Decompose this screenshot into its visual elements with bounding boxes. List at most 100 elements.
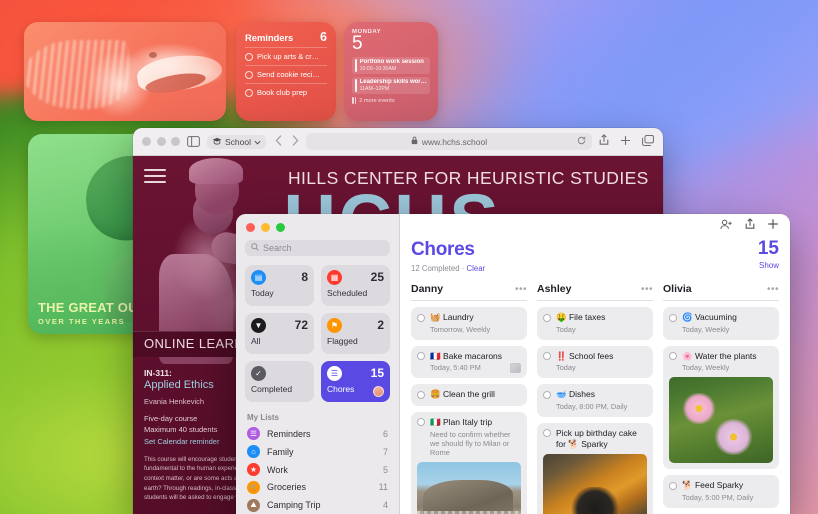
task-item[interactable]: 🇫🇷 Bake macarons Today, 5:40 PM — [411, 345, 527, 379]
task-item[interactable]: 🧺 Laundry Tomorrow, Weekly — [411, 307, 527, 340]
reminders-widget-item-label: Book club prep — [257, 88, 308, 97]
ellipsis-icon[interactable]: ••• — [767, 284, 779, 295]
tab-overview-icon[interactable] — [642, 133, 654, 151]
forward-button[interactable] — [292, 133, 299, 151]
smart-list-all[interactable]: ▼ 72 All — [245, 313, 314, 355]
reminders-widget-item[interactable]: Pick up arts & cr… — [245, 47, 327, 65]
task-title: 🧺 Laundry — [430, 312, 474, 322]
reminders-app-window[interactable]: Search ▤ 8 Today ▦ 25 Scheduled ▼ 72 All… — [236, 214, 790, 514]
maximize-button[interactable] — [276, 223, 285, 232]
chevron-down-icon[interactable] — [254, 137, 261, 147]
task-emoji: 🍔 — [430, 389, 441, 400]
calendar-day-number: 5 — [352, 33, 363, 54]
plus-icon[interactable] — [767, 217, 779, 235]
task-row: 🍔 Clean the grill — [417, 389, 521, 400]
task-emoji: 🥣 — [556, 389, 567, 400]
column-header: Olivia ••• — [663, 283, 779, 301]
ellipsis-icon[interactable]: ••• — [641, 284, 653, 295]
subtitle-separator: · — [461, 264, 465, 273]
sidebar-item-work[interactable]: ★ Work 5 — [245, 461, 390, 479]
reminders-traffic-lights[interactable] — [245, 214, 390, 240]
minimize-button[interactable] — [261, 223, 270, 232]
minimize-button[interactable] — [156, 137, 166, 146]
smart-list-chores[interactable]: ☰ 15 Chores — [321, 361, 390, 403]
ellipsis-icon[interactable]: ••• — [515, 284, 527, 295]
safari-toolbar-right[interactable] — [599, 133, 654, 151]
task-checkbox[interactable] — [543, 352, 551, 361]
task-photo-flowers[interactable] — [669, 377, 773, 464]
sidebar-item-family[interactable]: ⌂ Family 7 — [245, 443, 390, 461]
reminders-widget-item[interactable]: Send cookie reci… — [245, 65, 327, 83]
tab-school[interactable]: School — [207, 134, 266, 149]
task-item[interactable]: 🌀 Vacuuming Today, Weekly — [663, 307, 779, 340]
calendar-more-events[interactable]: 2 more events — [352, 97, 430, 104]
plus-icon[interactable] — [620, 133, 631, 151]
task-checkbox[interactable] — [417, 313, 425, 322]
smart-list-flagged[interactable]: ⚑ 2 Flagged — [321, 313, 390, 355]
task-checkbox[interactable] — [417, 352, 425, 361]
navigation-arrows[interactable] — [275, 133, 299, 151]
smart-list-completed[interactable]: ✓ Completed — [245, 361, 314, 403]
more-events-label: 2 more events — [359, 97, 395, 104]
column-ashley: Ashley ••• 🤑 File taxes Today ‼️ School … — [537, 283, 653, 514]
calendar-event[interactable]: Portfolio work session 10:00–10:30AM — [352, 57, 430, 74]
task-emoji: 🐕 — [682, 480, 693, 491]
task-title: 🌀 Vacuuming — [682, 312, 737, 322]
task-item[interactable]: 🤑 File taxes Today — [537, 307, 653, 340]
calendar-widget[interactable]: MONDAY 5 Portfolio work session 10:00–10… — [344, 22, 438, 121]
task-item[interactable]: 🐕 Feed Sparky Today, 5:00 PM, Daily — [663, 475, 779, 508]
add-people-icon[interactable] — [720, 217, 733, 235]
task-checkbox[interactable] — [669, 352, 677, 361]
task-checkbox[interactable] — [543, 429, 551, 438]
event-title: Portfolio work session — [359, 59, 424, 65]
task-title: 🐕 Feed Sparky — [682, 480, 744, 491]
sidebar-item-groceries[interactable]: 🛒 Groceries 11 — [245, 478, 390, 496]
task-item[interactable]: 🌸 Water the plants Today, Weekly — [663, 345, 779, 470]
task-attachment-thumbnail[interactable] — [510, 363, 521, 374]
task-emoji: 🤑 — [556, 312, 567, 322]
list-count: 5 — [382, 464, 388, 475]
share-icon[interactable] — [599, 133, 609, 151]
smart-list-scheduled[interactable]: ▦ 25 Scheduled — [321, 265, 390, 307]
maximize-button[interactable] — [171, 137, 180, 146]
photos-widget[interactable] — [24, 22, 226, 121]
task-item[interactable]: 🥣 Dishes Today, 8:00 PM, Daily — [537, 384, 653, 417]
show-button[interactable]: Show — [758, 261, 779, 270]
sidebar-icon[interactable] — [187, 136, 200, 147]
reload-icon[interactable] — [577, 136, 586, 147]
sidebar-item-camping-trip[interactable]: ⛰ Camping Trip 4 — [245, 496, 390, 514]
reminders-widget-item[interactable]: Book club prep — [245, 83, 327, 101]
list-name: Family — [267, 446, 294, 457]
task-checkbox[interactable] — [669, 313, 677, 322]
search-input[interactable]: Search — [245, 240, 390, 257]
close-button[interactable] — [142, 137, 151, 146]
task-checkbox[interactable] — [543, 313, 551, 322]
sidebar-item-reminders[interactable]: ☰ Reminders 6 — [245, 425, 390, 443]
back-button[interactable] — [275, 133, 282, 151]
task-checkbox[interactable] — [669, 481, 677, 490]
close-button[interactable] — [246, 223, 255, 232]
share-icon[interactable] — [745, 217, 755, 235]
event-time: 10:00–10:30AM — [359, 65, 397, 72]
task-checkbox[interactable] — [417, 390, 425, 399]
task-item[interactable]: Pick up birthday cake for 🐕 Sparky — [537, 422, 653, 514]
list-count: 7 — [382, 446, 388, 457]
clear-button[interactable]: Clear — [467, 264, 486, 273]
reminders-widget[interactable]: Reminders 6 Pick up arts & cr… Send cook… — [236, 22, 336, 121]
task-checkbox[interactable] — [417, 418, 425, 427]
address-bar[interactable]: www.hchs.school — [306, 133, 592, 150]
task-photo-dog[interactable] — [543, 454, 647, 514]
menu-icon[interactable] — [144, 169, 166, 183]
task-item[interactable]: 🇮🇹 Plan Italy trip Need to confirm wheth… — [411, 411, 527, 514]
safari-traffic-lights[interactable] — [142, 137, 180, 146]
smart-list-today[interactable]: ▤ 8 Today — [245, 265, 314, 307]
task-item[interactable]: ‼️ School fees Today — [537, 345, 653, 379]
task-checkbox[interactable] — [543, 390, 551, 399]
task-photo-italy[interactable] — [417, 461, 521, 514]
completed-count: 12 Completed — [411, 264, 460, 273]
calendar-event[interactable]: Leadership skills wor… 11AM–12PM — [352, 77, 430, 94]
flag-icon: ⚑ — [327, 318, 342, 334]
page-title: Chores — [411, 239, 475, 260]
statue-hair — [189, 158, 243, 184]
task-item[interactable]: 🍔 Clean the grill — [411, 384, 527, 406]
